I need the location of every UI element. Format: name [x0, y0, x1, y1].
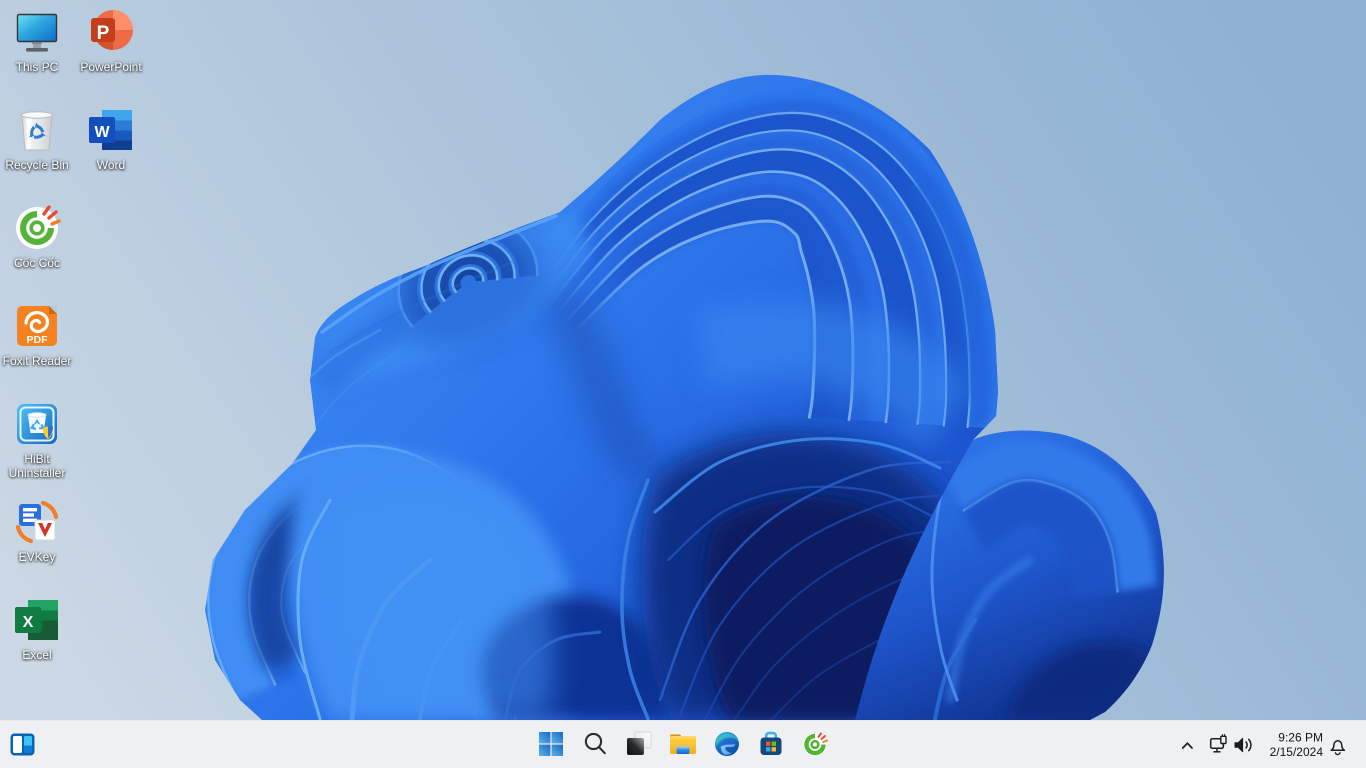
svg-text:P: P: [97, 23, 110, 44]
svg-text:W: W: [94, 124, 110, 141]
svg-text:PDF: PDF: [27, 334, 49, 346]
svg-text:2/15/2024: 2/15/2024: [1270, 745, 1324, 759]
svg-text:X: X: [23, 614, 34, 631]
svg-text:9:26 PM: 9:26 PM: [1278, 731, 1323, 745]
